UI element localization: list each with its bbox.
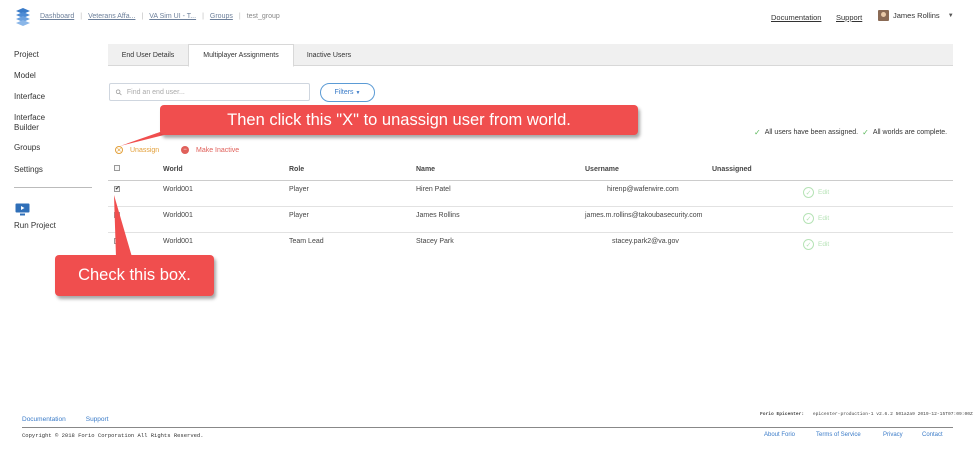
cell-world: World001 — [163, 186, 193, 193]
breadcrumb-separator: | — [202, 13, 204, 20]
footer-divider — [22, 427, 953, 428]
footer-support-link[interactable]: Support — [86, 416, 109, 423]
epicenter-logo-icon[interactable] — [14, 8, 32, 26]
users-assigned-status: All users have been assigned. — [764, 129, 859, 136]
cell-username: hirenp@waferwire.com — [607, 186, 679, 193]
monitor-icon[interactable] — [15, 203, 30, 216]
breadcrumb-current-group: test_group — [246, 13, 280, 20]
caret-down-icon: ▼ — [355, 89, 361, 96]
cell-role: Team Lead — [289, 238, 324, 245]
worlds-complete-status: All worlds are complete. — [872, 129, 948, 136]
breadcrumb-separator: | — [238, 13, 241, 20]
make-inactive-label: Make Inactive — [196, 146, 240, 154]
copyright-text: Copyright © 2018 Forio Corporation All R… — [22, 432, 204, 439]
row-checkbox[interactable]: ✔ — [114, 186, 120, 192]
select-all-checkbox[interactable] — [114, 165, 120, 171]
column-header-username[interactable]: Username — [585, 166, 619, 173]
check-circle-icon: ✓ — [803, 213, 814, 224]
edit-label: Edit — [818, 189, 830, 196]
footer-documentation-link[interactable]: Documentation — [22, 416, 66, 423]
sidebar-item-run-project[interactable]: Run Project — [14, 221, 56, 231]
sidebar-item-interface[interactable]: Interface — [14, 92, 45, 102]
cell-world: World001 — [163, 238, 193, 245]
edit-label: Edit — [818, 215, 830, 222]
unassign-instruction-callout: Then click this "X" to unassign user fro… — [160, 105, 638, 135]
callout-pointer — [114, 195, 132, 257]
support-link[interactable]: Support — [836, 13, 862, 22]
assignment-status: ✓ All users have been assigned. ✓ All wo… — [754, 128, 947, 137]
edit-label: Edit — [818, 241, 830, 248]
user-menu[interactable]: James Rollins ▼ — [878, 10, 954, 21]
search-input[interactable]: ⚲ Find an end user... — [109, 83, 310, 101]
cell-world: World001 — [163, 212, 193, 219]
edit-button[interactable]: ✓ Edit — [803, 213, 829, 224]
check-icon: ✓ — [754, 128, 761, 137]
column-header-unassigned[interactable]: Unassigned — [712, 166, 752, 173]
check-icon: ✓ — [862, 128, 869, 137]
edit-button[interactable]: ✓ Edit — [803, 239, 829, 250]
cell-role: Player — [289, 186, 309, 193]
check-circle-icon: ✓ — [803, 239, 814, 250]
epicenter-version-string: epicenter-production-1 v2.6.2 501a2a9 20… — [812, 412, 973, 417]
breadcrumb-project[interactable]: VA Sim UI - T... — [149, 13, 196, 20]
sidebar-item-model[interactable]: Model — [14, 71, 36, 81]
table-header — [108, 162, 953, 181]
cell-name: Hiren Patel — [416, 186, 451, 193]
filters-label: Filters — [334, 89, 354, 96]
breadcrumb-project-group[interactable]: Veterans Affa... — [88, 13, 135, 20]
filters-button[interactable]: Filters ▼ — [320, 83, 375, 102]
contact-link[interactable]: Contact — [922, 432, 943, 438]
epicenter-label: Forio Epicenter: — [760, 412, 805, 417]
search-icon: ⚲ — [113, 86, 125, 98]
search-placeholder: Find an end user... — [126, 88, 185, 96]
column-header-name[interactable]: Name — [416, 166, 435, 173]
user-name: James Rollins — [893, 11, 940, 20]
footer-links: Documentation Support — [22, 416, 109, 423]
cell-name: James Rollins — [416, 212, 460, 219]
sidebar-item-settings[interactable]: Settings — [14, 165, 43, 175]
about-forio-link[interactable]: About Forio — [764, 432, 795, 438]
cell-role: Player — [289, 212, 309, 219]
cell-username: stacey.park2@va.gov — [612, 238, 679, 245]
breadcrumb-groups[interactable]: Groups — [210, 13, 233, 20]
avatar — [878, 10, 889, 21]
cell-username: james.m.rollins@takoubasecurity.com — [585, 212, 703, 219]
checkbox-instruction-callout: Check this box. — [55, 255, 214, 296]
edit-button[interactable]: ✓ Edit — [803, 187, 829, 198]
sidebar-divider — [14, 187, 92, 188]
sidebar-item-interface-builder[interactable]: Interface Builder — [14, 113, 54, 133]
breadcrumb: Dashboard | Veterans Affa... | VA Sim UI… — [40, 13, 280, 20]
make-inactive-button[interactable]: − Make Inactive — [181, 146, 239, 154]
sidebar-item-groups[interactable]: Groups — [14, 143, 40, 153]
column-header-role[interactable]: Role — [289, 166, 304, 173]
cell-name: Stacey Park — [416, 238, 454, 245]
tab-inactive-users[interactable]: Inactive Users — [294, 44, 364, 66]
breadcrumb-separator: | — [141, 13, 144, 20]
breadcrumb-separator: | — [80, 13, 83, 20]
check-circle-icon: ✓ — [803, 187, 814, 198]
epicenter-version: Forio Epicenter: epicenter-production-1 … — [760, 412, 973, 417]
chevron-down-icon: ▼ — [947, 12, 954, 19]
column-header-world[interactable]: World — [163, 166, 183, 173]
tab-multiplayer-assignments[interactable]: Multiplayer Assignments — [188, 44, 294, 67]
documentation-link[interactable]: Documentation — [771, 13, 821, 22]
tab-end-user-details[interactable]: End User Details — [108, 44, 188, 66]
breadcrumb-dashboard[interactable]: Dashboard — [40, 13, 74, 20]
privacy-link[interactable]: Privacy — [883, 432, 903, 438]
minus-circle-icon: − — [181, 146, 189, 154]
sidebar-item-project[interactable]: Project — [14, 50, 39, 60]
terms-of-service-link[interactable]: Terms of Service — [816, 432, 861, 438]
